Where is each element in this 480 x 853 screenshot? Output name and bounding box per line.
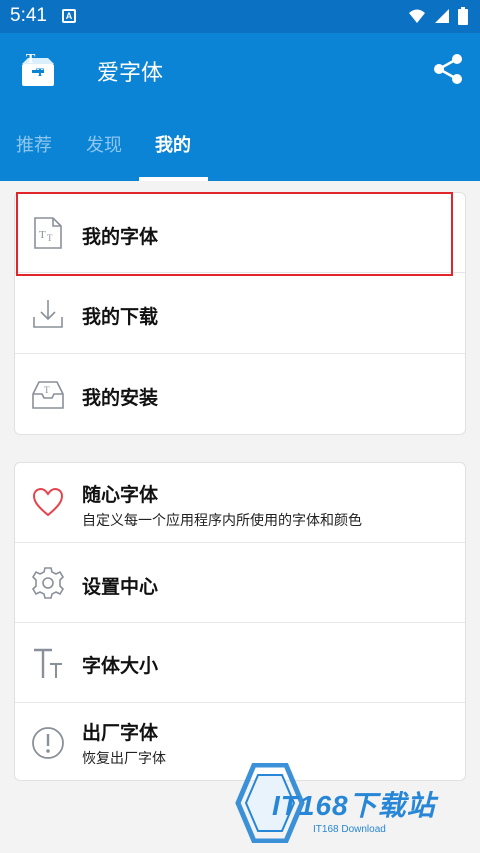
network-icon xyxy=(435,9,449,23)
tab-mine[interactable]: 我的 xyxy=(155,131,191,157)
font-box-logo-icon: T T xyxy=(22,52,54,86)
status-bar: 5:41 A xyxy=(0,0,480,33)
app-bar: T T 爱字体 推荐 发现 我的 xyxy=(0,33,480,181)
tab-indicator xyxy=(139,177,208,181)
signal-icon xyxy=(409,9,425,23)
notification-icon: A xyxy=(62,9,76,23)
custom-font-subtitle: 自定义每一个应用程序内所使用的字体和颜色 xyxy=(82,513,362,529)
status-indicators xyxy=(408,7,468,25)
tab-bar: 推荐 发现 我的 xyxy=(0,125,480,181)
tab-discover[interactable]: 发现 xyxy=(86,131,122,157)
my-downloads-label: 我的下载 xyxy=(82,306,159,328)
watermark-subtext: IT168 Download xyxy=(313,824,386,835)
gear-icon xyxy=(31,567,65,599)
my-installs-row[interactable]: T 我的安装 xyxy=(15,355,465,434)
settings-label: 设置中心 xyxy=(82,576,159,598)
font-size-row[interactable]: 字体大小 xyxy=(15,623,465,703)
watermark-text: IT168下载站 xyxy=(272,790,436,821)
heart-icon xyxy=(32,487,64,517)
custom-font-row[interactable]: 随心字体 自定义每一个应用程序内所使用的字体和颜色 xyxy=(15,463,465,543)
factory-font-label: 出厂字体 xyxy=(82,722,159,744)
app-title: 爱字体 xyxy=(97,61,164,86)
tab-recommend[interactable]: 推荐 xyxy=(16,131,52,157)
settings-row[interactable]: 设置中心 xyxy=(15,543,465,623)
share-icon[interactable] xyxy=(430,51,466,87)
status-time: 5:41 xyxy=(10,5,47,26)
download-icon xyxy=(33,300,63,328)
battery-icon xyxy=(458,7,468,25)
text-size-icon xyxy=(34,648,62,678)
svg-text:T: T xyxy=(44,385,50,395)
highlight-box xyxy=(16,192,453,276)
svg-text:T: T xyxy=(26,52,36,67)
custom-font-label: 随心字体 xyxy=(82,484,159,506)
font-size-label: 字体大小 xyxy=(82,655,159,677)
inbox-icon: T xyxy=(32,381,64,409)
my-installs-label: 我的安装 xyxy=(82,387,159,409)
factory-font-subtitle: 恢复出厂字体 xyxy=(82,751,166,767)
my-downloads-row[interactable]: 我的下载 xyxy=(15,274,465,354)
alert-icon xyxy=(32,727,64,759)
tools-section-card: 随心字体 自定义每一个应用程序内所使用的字体和颜色 设置中心 字体大小 出厂字体… xyxy=(14,462,466,781)
